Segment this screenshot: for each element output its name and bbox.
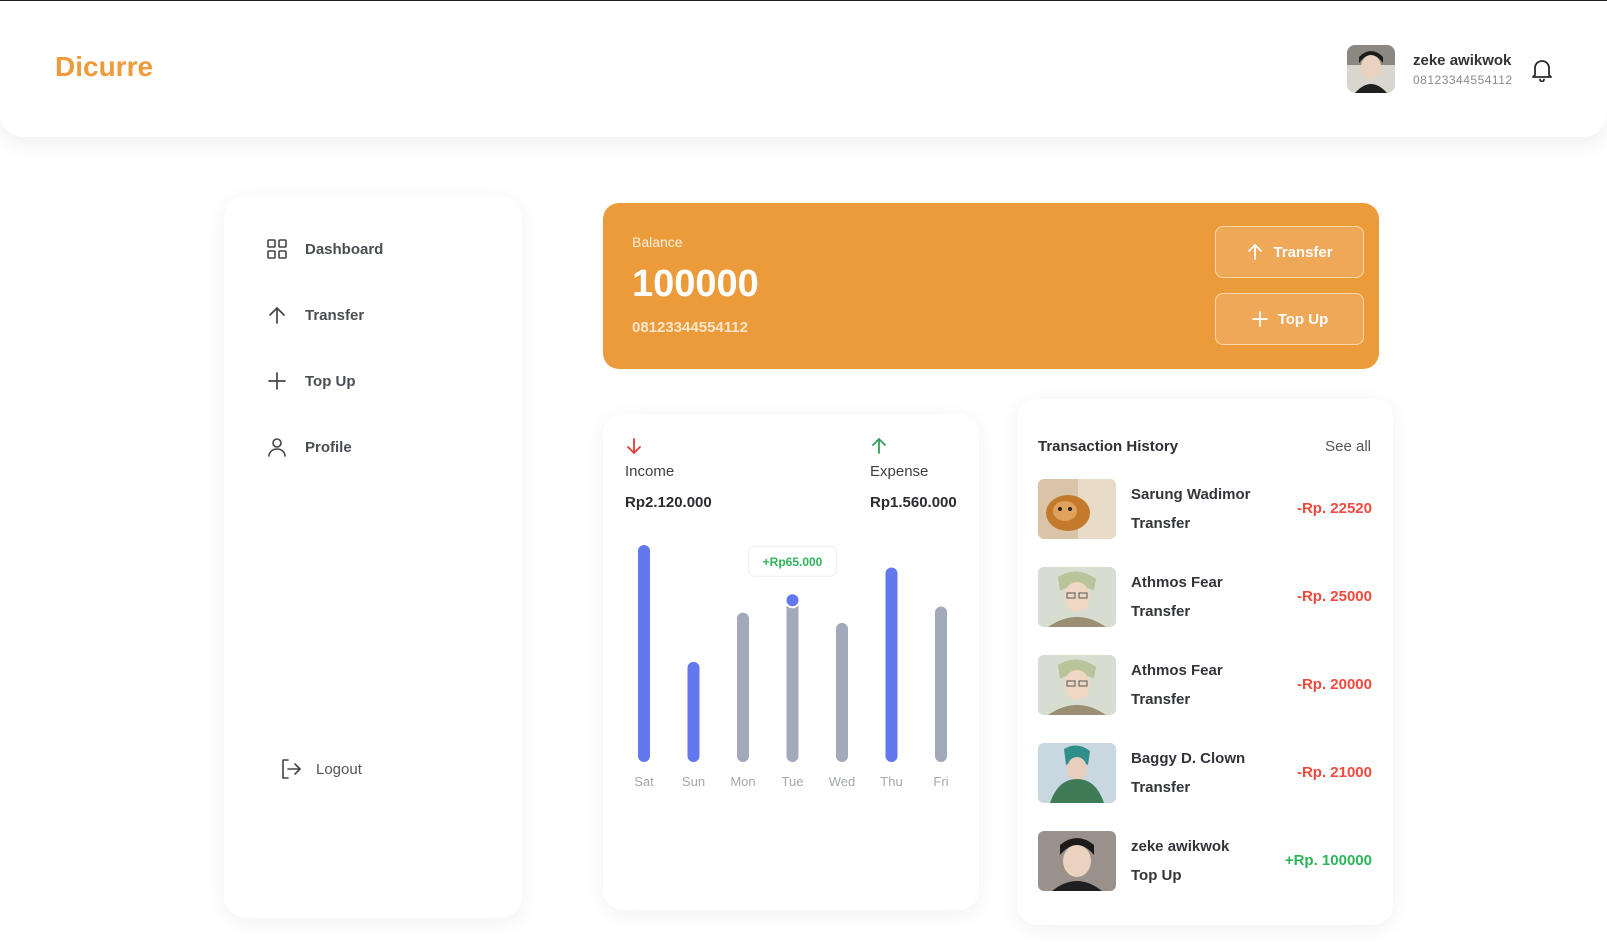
- balance-card: Balance 100000 08123344554112 Transfer T…: [603, 203, 1379, 369]
- chart-point-marker[interactable]: [784, 592, 801, 609]
- transaction-name: Sarung Wadimor: [1131, 486, 1251, 503]
- income-expense-card: Income Rp2.120.000 Expense Rp1.560.000 S…: [603, 414, 979, 910]
- income-value: Rp2.120.000: [625, 494, 712, 511]
- transaction-row[interactable]: Baggy D. Clown Transfer -Rp. 21000: [1038, 743, 1372, 803]
- user-avatar[interactable]: [1347, 45, 1395, 93]
- transaction-amount: -Rp. 25000: [1296, 588, 1372, 605]
- transaction-name: zeke awikwok: [1131, 838, 1230, 855]
- transaction-history-title: Transaction History: [1038, 438, 1179, 455]
- plus-icon: [266, 370, 288, 392]
- app-logo[interactable]: Dicurre: [55, 51, 153, 83]
- logout-label: Logout: [316, 760, 362, 778]
- transfer-button[interactable]: Transfer: [1215, 226, 1364, 278]
- transaction-amount: -Rp. 22520: [1296, 500, 1372, 517]
- transaction-row[interactable]: Athmos Fear Transfer -Rp. 20000: [1038, 655, 1372, 715]
- transaction-amount: -Rp. 21000: [1296, 764, 1372, 781]
- arrow-up-icon: [1246, 243, 1264, 261]
- chart-tick-label: Wed: [829, 774, 856, 789]
- transaction-amount: -Rp. 20000: [1296, 676, 1372, 693]
- chart-tick-label: Sun: [682, 774, 705, 789]
- transaction-thumbnail: [1038, 479, 1116, 539]
- balance-label: Balance: [632, 234, 683, 250]
- transaction-name: Athmos Fear: [1131, 662, 1223, 679]
- chart-tick-label: Mon: [730, 774, 755, 789]
- grid-icon: [266, 238, 288, 260]
- logout-button[interactable]: Logout: [280, 758, 362, 780]
- bell-icon[interactable]: [1531, 58, 1553, 83]
- chart-tick-label: Thu: [880, 774, 902, 789]
- top-up-button-label: Top Up: [1277, 310, 1329, 328]
- transaction-type: Top Up: [1131, 867, 1182, 884]
- balance-amount: 100000: [632, 263, 759, 305]
- expense-label: Expense: [870, 463, 929, 480]
- weekly-bar-chart: Sat Sun Mon Tue +Rp65.000 Wed Thu Fri: [634, 545, 949, 789]
- sidebar-item-label: Dashboard: [305, 240, 384, 258]
- balance-phone: 08123344554112: [632, 319, 748, 336]
- chart-tick-label: Fri: [933, 774, 948, 789]
- arrow-down-icon: [625, 437, 643, 455]
- sidebar-item-label: Top Up: [305, 372, 356, 390]
- transaction-row[interactable]: Sarung Wadimor Transfer -Rp. 22520: [1038, 479, 1372, 539]
- plus-icon: [1251, 310, 1269, 328]
- chart-tooltip: +Rp65.000: [748, 545, 837, 577]
- sidebar-item-profile[interactable]: Profile: [266, 436, 352, 458]
- transaction-history-card: Transaction History See all Sarung Wadim…: [1017, 399, 1393, 925]
- transaction-thumbnail: [1038, 655, 1116, 715]
- see-all-link[interactable]: See all: [1325, 438, 1371, 455]
- expense-value: Rp1.560.000: [870, 494, 957, 511]
- transaction-name: Baggy D. Clown: [1131, 750, 1246, 767]
- arrow-up-icon: [266, 304, 288, 326]
- transaction-type: Transfer: [1131, 515, 1191, 532]
- transaction-type: Transfer: [1131, 779, 1191, 796]
- transaction-type: Transfer: [1131, 603, 1191, 620]
- transaction-thumbnail: [1038, 831, 1116, 891]
- sidebar-item-dashboard[interactable]: Dashboard: [266, 238, 383, 260]
- sidebar: Dashboard Transfer Top Up Profile Logout: [224, 196, 522, 918]
- user-name: zeke awikwok: [1413, 52, 1512, 69]
- chart-tick-label: Sat: [634, 774, 654, 789]
- transaction-name: Athmos Fear: [1131, 574, 1223, 591]
- transaction-row[interactable]: zeke awikwok Top Up +Rp. 100000: [1038, 831, 1372, 891]
- transaction-amount: +Rp. 100000: [1284, 852, 1372, 869]
- sidebar-item-top-up[interactable]: Top Up: [266, 370, 356, 392]
- transaction-thumbnail: [1038, 743, 1116, 803]
- sidebar-item-label: Transfer: [305, 306, 365, 324]
- income-label: Income: [625, 463, 675, 480]
- expense-stat: Expense Rp1.560.000: [870, 437, 957, 511]
- top-up-button[interactable]: Top Up: [1215, 293, 1364, 345]
- transaction-type: Transfer: [1131, 691, 1191, 708]
- sidebar-item-transfer[interactable]: Transfer: [266, 304, 364, 326]
- user-icon: [266, 436, 288, 458]
- transaction-row[interactable]: Athmos Fear Transfer -Rp. 25000: [1038, 567, 1372, 627]
- chart-tick-label: Tue: [782, 774, 804, 789]
- sidebar-item-label: Profile: [305, 438, 352, 456]
- chart-tooltip-label: +Rp65.000: [763, 555, 823, 569]
- arrow-up-icon: [870, 437, 888, 455]
- income-stat: Income Rp2.120.000: [625, 437, 712, 511]
- transaction-thumbnail: [1038, 567, 1116, 627]
- logout-icon: [280, 758, 302, 780]
- top-header: Dicurre zeke awikwok 08123344554112: [0, 1, 1607, 137]
- transfer-button-label: Transfer: [1273, 243, 1333, 261]
- user-phone: 08123344554112: [1413, 73, 1513, 87]
